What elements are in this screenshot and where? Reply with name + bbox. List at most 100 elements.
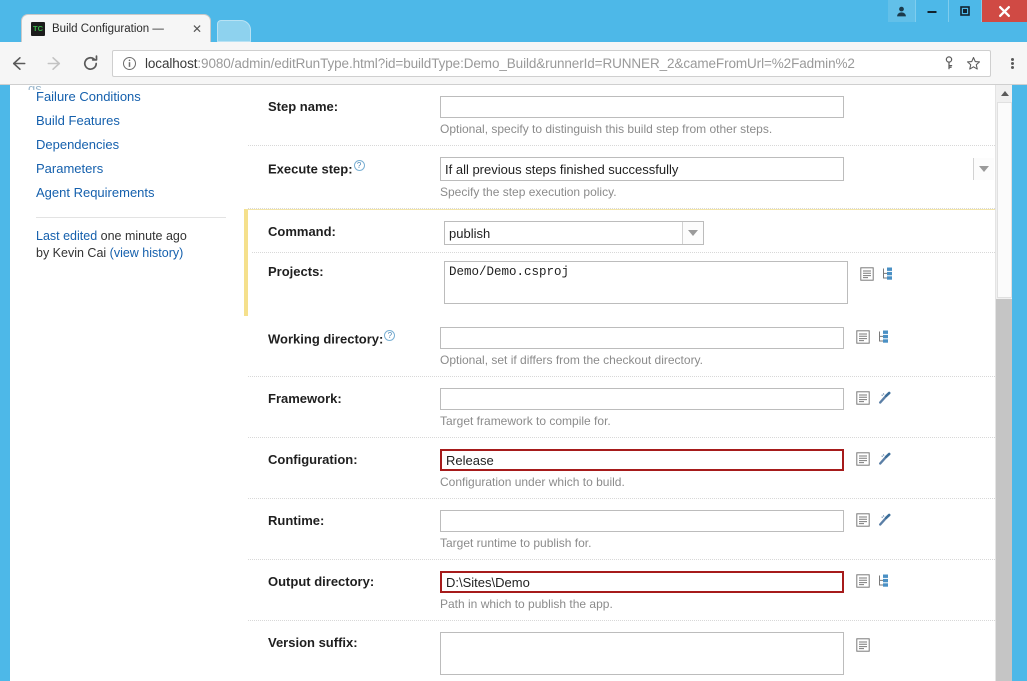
- form-row-working-directory: Working directory:? Optional, set if dif…: [248, 316, 995, 377]
- list-icon[interactable]: [856, 638, 870, 652]
- form-row-configuration: Configuration: Release Configuration und…: [248, 438, 995, 499]
- tree-icon[interactable]: [881, 267, 895, 281]
- sidebar-item-agent-requirements[interactable]: Agent Requirements: [36, 181, 234, 205]
- label-runtime: Runtime:: [268, 513, 325, 528]
- wand-icon[interactable]: [877, 391, 891, 405]
- projects-textarea[interactable]: [444, 261, 848, 304]
- tree-glyph: [879, 330, 888, 343]
- runtime-input[interactable]: [440, 510, 844, 532]
- working-directory-input[interactable]: [440, 327, 844, 349]
- url-host: localhost: [145, 55, 198, 71]
- site-info-icon[interactable]: [122, 56, 137, 71]
- step-name-input[interactable]: [440, 96, 844, 118]
- tree-icon[interactable]: [877, 574, 891, 588]
- info-circle-icon: [122, 56, 137, 70]
- command-select-wrapper[interactable]: [444, 221, 704, 245]
- browser-menu-button[interactable]: [997, 42, 1027, 85]
- url-text[interactable]: localhost:9080/admin/editRunType.html?id…: [145, 56, 936, 71]
- tab-strip: TC Build Configuration — ✕: [0, 14, 1027, 42]
- help-icon-working-directory[interactable]: ?: [384, 330, 396, 341]
- sidebar-item-parameters[interactable]: Parameters: [36, 157, 234, 181]
- browser-tab[interactable]: TC Build Configuration — ✕: [21, 14, 211, 42]
- label-step-name: Step name:: [268, 99, 339, 114]
- scrollbar-thumb[interactable]: [997, 102, 1012, 298]
- list-glyph: [856, 513, 870, 527]
- reload-button[interactable]: [72, 42, 108, 85]
- label-output-directory: Output directory:: [268, 574, 375, 589]
- projects-field-icons: [860, 267, 895, 281]
- list-icon[interactable]: [856, 513, 870, 527]
- form-row-runtime: Runtime: Target runtime to publish for.: [248, 499, 995, 560]
- star-glyph: [966, 56, 980, 70]
- address-bar[interactable]: localhost:9080/admin/editRunType.html?id…: [112, 49, 991, 77]
- help-icon-execute-step[interactable]: ?: [353, 160, 365, 171]
- form-row-step-name: Step name: Optional, specify to distingu…: [248, 85, 995, 146]
- list-glyph: [856, 330, 870, 344]
- label-configuration: Configuration:: [268, 452, 358, 467]
- sidebar-divider: [36, 217, 226, 218]
- hint-working-directory: Optional, set if differs from the checko…: [440, 353, 704, 367]
- page-viewport: gs Failure Conditions Build Features Dep…: [10, 85, 1012, 681]
- sidebar-clipped-item[interactable]: gs: [28, 85, 42, 90]
- list-icon[interactable]: [856, 452, 870, 466]
- runtime-field-icons: [856, 513, 891, 527]
- tree-icon[interactable]: [877, 330, 891, 344]
- new-tab-button[interactable]: [217, 20, 251, 42]
- configuration-input[interactable]: [440, 449, 844, 471]
- three-dot-menu-icon: [1010, 57, 1014, 70]
- command-select[interactable]: [444, 221, 704, 245]
- label-command: Command:: [268, 224, 336, 239]
- last-edited-link[interactable]: Last edited: [36, 229, 97, 243]
- wand-glyph: [879, 513, 891, 526]
- page-scrollbar[interactable]: [995, 85, 1012, 681]
- wand-glyph: [879, 391, 891, 404]
- label-framework: Framework:: [268, 391, 342, 406]
- chevron-down-icon[interactable]: [682, 222, 703, 244]
- output-directory-input[interactable]: [440, 571, 844, 593]
- list-icon[interactable]: [856, 574, 870, 588]
- execute-step-select-wrapper[interactable]: [440, 157, 995, 181]
- form-row-command: Command:: [252, 210, 995, 253]
- list-icon[interactable]: [860, 267, 874, 281]
- framework-input[interactable]: [440, 388, 844, 410]
- configuration-field-icons: [856, 452, 891, 466]
- hint-execute-step: Specify the step execution policy.: [440, 185, 617, 199]
- back-button[interactable]: [0, 42, 36, 85]
- output-directory-field-icons: [856, 574, 891, 588]
- list-glyph: [856, 574, 870, 588]
- key-glyph: [945, 56, 953, 70]
- form-row-framework: Framework: Target framework to compile f…: [248, 377, 995, 438]
- list-icon[interactable]: [856, 330, 870, 344]
- scrollbar-up-button[interactable]: [996, 85, 1012, 102]
- sidebar-item-build-features[interactable]: Build Features: [36, 109, 234, 133]
- form-row-projects: Projects:: [252, 253, 995, 316]
- label-execute-step-text: Execute step:: [268, 161, 353, 177]
- key-icon[interactable]: [938, 56, 960, 70]
- hint-output-directory: Path in which to publish the app.: [440, 597, 613, 611]
- hint-configuration: Configuration under which to build.: [440, 475, 625, 489]
- tab-title: Build Configuration —: [52, 22, 164, 35]
- tab-close-icon[interactable]: ✕: [189, 21, 205, 37]
- wand-icon[interactable]: [877, 513, 891, 527]
- list-glyph: [856, 391, 870, 405]
- form-row-version-suffix: Version suffix: Defines the value fo: [248, 621, 995, 681]
- sidebar-item-failure-conditions[interactable]: Failure Conditions: [36, 85, 234, 109]
- last-edited-block: Last edited one minute ago by Kevin Cai …: [36, 228, 234, 262]
- label-projects: Projects:: [268, 264, 324, 279]
- wand-icon[interactable]: [877, 452, 891, 466]
- view-history-link[interactable]: (view history): [110, 246, 184, 260]
- build-step-form: Step name: Optional, specify to distingu…: [244, 85, 995, 681]
- tree-glyph: [883, 267, 892, 280]
- forward-button[interactable]: [36, 42, 72, 85]
- scrollbar-track[interactable]: [996, 299, 1012, 681]
- bookmark-star-icon[interactable]: [962, 56, 984, 71]
- label-working-directory-text: Working directory:: [268, 331, 384, 347]
- hint-framework: Target framework to compile for.: [440, 414, 611, 428]
- framework-field-icons: [856, 391, 891, 405]
- list-icon[interactable]: [856, 391, 870, 405]
- chevron-down-icon[interactable]: [973, 158, 994, 180]
- label-version-suffix: Version suffix:: [268, 635, 358, 650]
- execute-step-select[interactable]: [440, 157, 844, 181]
- sidebar-item-dependencies[interactable]: Dependencies: [36, 133, 234, 157]
- version-suffix-textarea[interactable]: [440, 632, 844, 675]
